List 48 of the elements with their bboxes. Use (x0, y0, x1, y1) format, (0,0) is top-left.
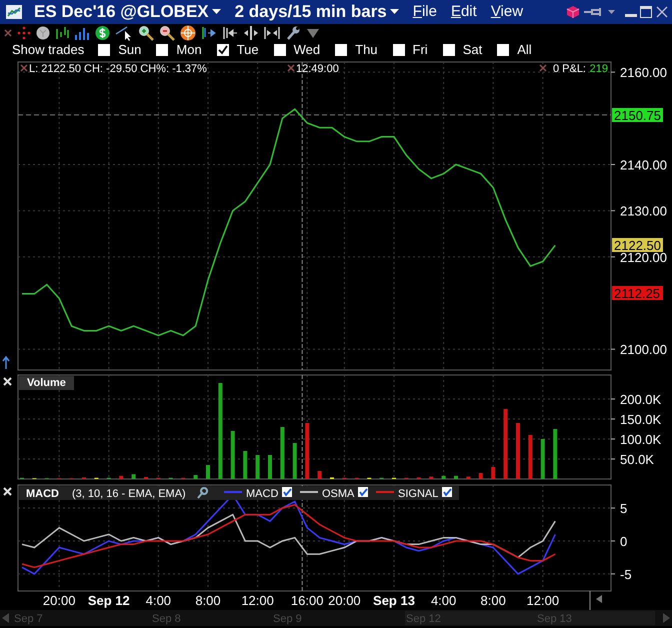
axis-label: 50.0K (620, 452, 654, 467)
date-label: Sep 7 (14, 613, 43, 625)
time-label: 12:00 (241, 593, 274, 608)
axis-label: 5 (620, 501, 628, 516)
day-label: Mon (176, 41, 202, 60)
axis-label: 2130.00 (620, 204, 667, 219)
day-label: Fri (412, 41, 428, 60)
last-price-info: L: 2122.50 CH: -29.50 CH%: -1.37% (29, 63, 207, 75)
legend-label: OSMA (322, 488, 354, 500)
axis-label: 100.0K (620, 432, 662, 447)
time-label: 4:00 (146, 593, 172, 608)
cursor-time: 12:49:00 (296, 63, 339, 75)
day-label: Sun (118, 41, 142, 60)
position-label: 0 P&L: (552, 63, 586, 75)
panel-title: MACD (26, 488, 59, 500)
day-label: All (517, 41, 532, 60)
time-label: Sep 13 (373, 593, 415, 608)
axis-label: 2160.00 (620, 65, 667, 80)
day-label: Tue (236, 41, 259, 60)
date-label: Sep 9 (273, 613, 302, 625)
time-label: 8:00 (480, 593, 506, 608)
axis-label: 2140.00 (620, 158, 667, 173)
axis-label: 150.0K (620, 412, 662, 427)
time-label: 12:00 (526, 593, 560, 608)
day-label: Wed (294, 41, 320, 60)
legend-label: SIGNAL (398, 488, 438, 500)
day-label: Thu (355, 41, 378, 60)
axis-label: 200.0K (620, 392, 662, 407)
legend-label: MACD (246, 488, 278, 500)
axis-label: 2100.00 (620, 342, 667, 358)
time-label: Sep 12 (88, 593, 130, 608)
date-label: Sep 8 (152, 613, 181, 625)
window-title: ES Dec'16 @GLOBEX (34, 1, 209, 24)
indicator-parameters: (3, 10, 16 - EMA, EMA) (72, 488, 186, 500)
time-label: 4:00 (430, 593, 456, 608)
time-label: 20:00 (42, 593, 76, 608)
axis-label: 0 (620, 534, 628, 549)
price-tag-text: 2112.25 (614, 286, 660, 301)
show-trades-label: Show trades (12, 41, 84, 60)
price-tag-text: 2150.75 (614, 108, 661, 123)
day-label: Sat (462, 41, 482, 60)
time-label: 20:00 (328, 593, 361, 608)
price-tag-text: 2122.50 (614, 238, 661, 253)
panel-title: Volume (19, 376, 74, 390)
time-label: 16:00 (290, 593, 324, 608)
axis-label: -5 (620, 566, 632, 582)
pnl-value: 219 (590, 63, 608, 75)
time-label: 8:00 (195, 593, 221, 608)
